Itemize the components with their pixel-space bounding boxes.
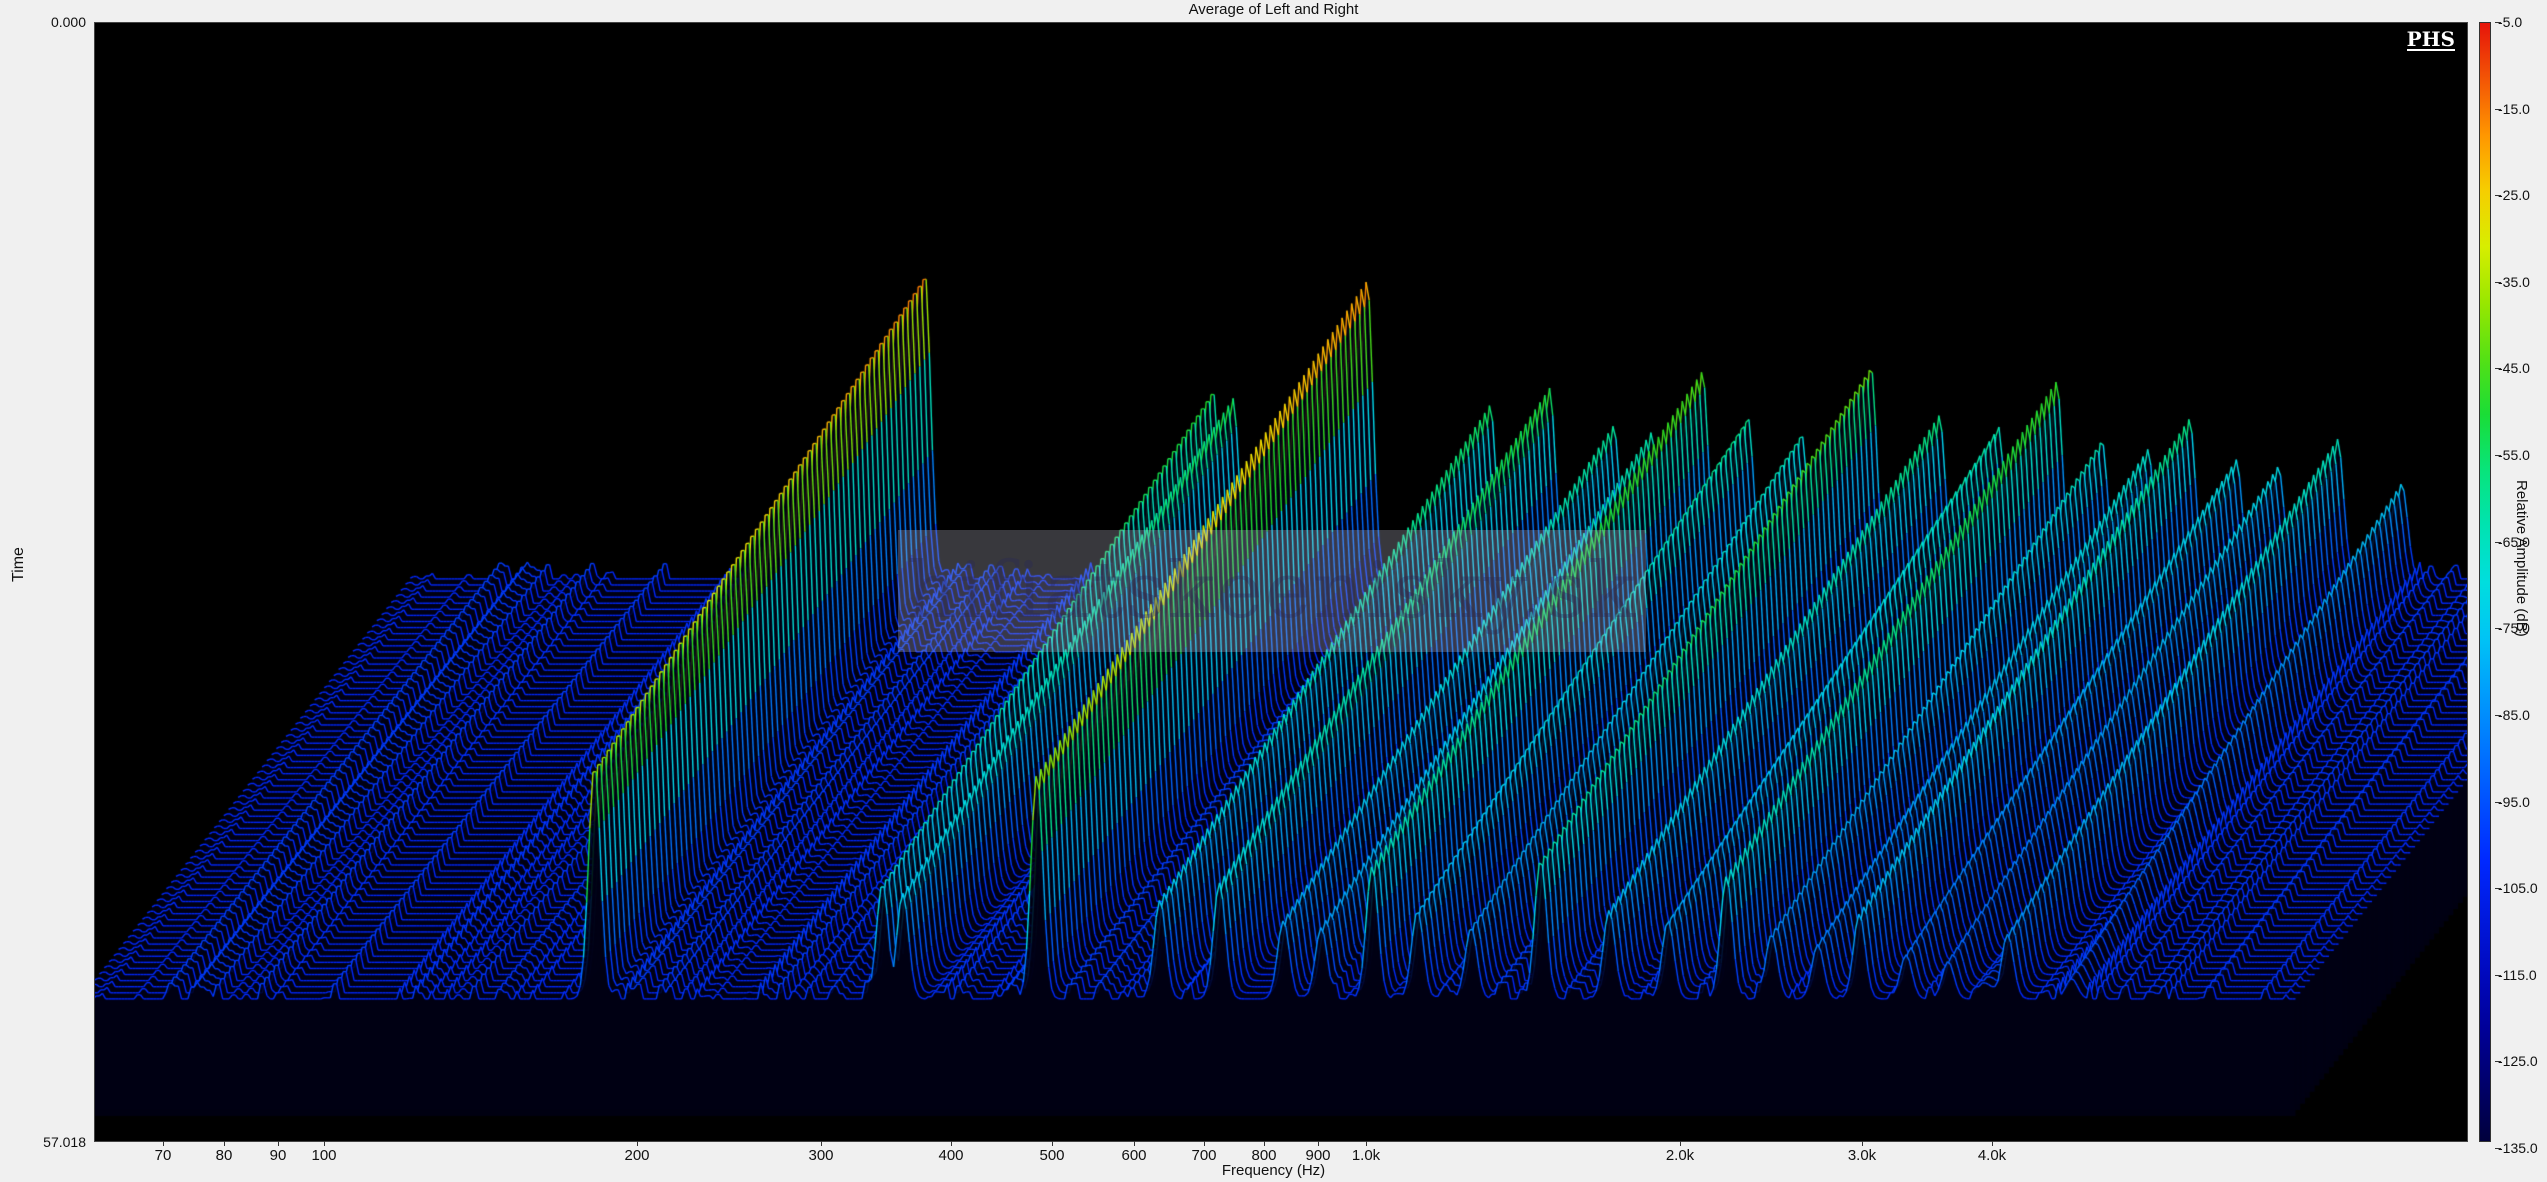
x-tick-mark — [224, 1141, 225, 1146]
chart-title: Average of Left and Right — [1188, 1, 1359, 18]
colorbar-label: -45.0 — [2495, 360, 2530, 377]
colorbar-title: Relative Amplitude (dB) — [2513, 480, 2530, 637]
colorbar-label: -125.0 — [2495, 1053, 2538, 1070]
watermark: hifiatskeenisky.sk — [898, 530, 1646, 652]
x-tick-mark — [1204, 1141, 1205, 1146]
x-tick-mark — [1680, 1141, 1681, 1146]
y-axis: 0.000 57.018 Time — [0, 0, 92, 1182]
colorbar-label: -95.0 — [2495, 793, 2530, 810]
x-tick-mark — [1052, 1141, 1053, 1146]
y-axis-top-label: 0.000 — [50, 14, 86, 30]
colorbar-label: -135.0 — [2495, 1140, 2538, 1156]
colorbar-label: -85.0 — [2495, 706, 2530, 723]
colorbar-label: -5.0 — [2494, 14, 2523, 30]
x-tick-mark — [324, 1141, 325, 1146]
x-tick-mark — [821, 1141, 822, 1146]
colorbar-label: -25.0 — [2495, 187, 2530, 204]
x-tick-mark — [1366, 1141, 1367, 1146]
x-tick-mark — [1862, 1141, 1863, 1146]
colorbar-label: -105.0 — [2495, 880, 2538, 897]
x-tick-mark — [1134, 1141, 1135, 1146]
colorbar — [2479, 22, 2491, 1142]
x-tick-mark — [1264, 1141, 1265, 1146]
colorbar-label: -55.0 — [2495, 447, 2530, 464]
watermark-text: hifiatskeenisky.sk — [906, 546, 1638, 636]
y-axis-title: Time — [10, 547, 27, 582]
colorbar-label: -15.0 — [2495, 100, 2530, 117]
x-tick-mark — [163, 1141, 164, 1146]
x-axis-title: Frequency (Hz) — [1221, 1162, 1326, 1179]
x-tick-mark — [1318, 1141, 1319, 1146]
y-axis-bottom-label: 57.018 — [43, 1134, 86, 1150]
logo: PHS — [2406, 27, 2455, 51]
x-tick-mark — [278, 1141, 279, 1146]
colorbar-label: -35.0 — [2495, 273, 2530, 290]
x-tick-mark — [951, 1141, 952, 1146]
x-tick-mark — [1992, 1141, 1993, 1146]
waterfall-plot: hifiatskeenisky.sk PHS — [94, 22, 2468, 1142]
colorbar-label: -115.0 — [2495, 966, 2537, 983]
x-tick-mark — [637, 1141, 638, 1146]
